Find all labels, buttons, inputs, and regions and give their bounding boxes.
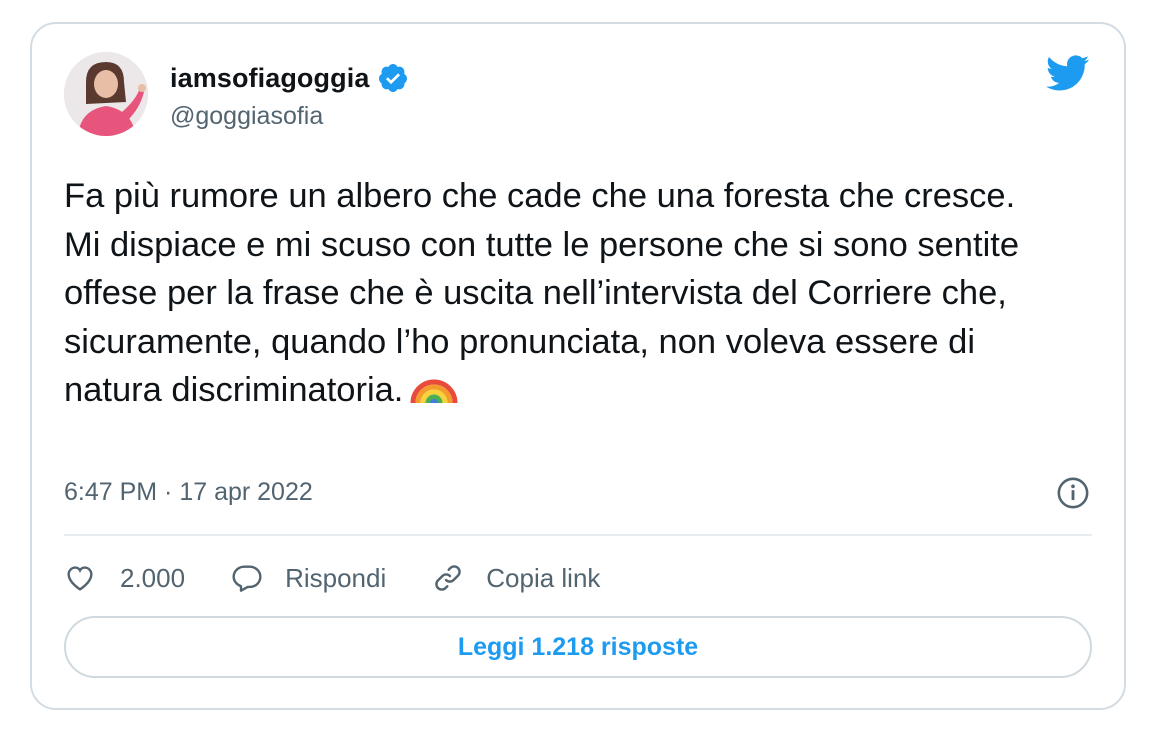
avatar-photo [64, 52, 148, 136]
rainbow-emoji [409, 370, 459, 404]
reply-bubble-icon [232, 565, 262, 592]
like-button[interactable]: 2.000 [64, 562, 185, 594]
tweet-timestamp[interactable]: 6:47 PM · 17 apr 2022 [64, 478, 313, 507]
tweet-body: Fa più rumore un albero che cade che una… [64, 177, 1019, 409]
read-replies-button[interactable]: Leggi 1.218 risposte [64, 616, 1092, 678]
tweet-actions: 2.000 Rispondi Copia link [64, 556, 646, 600]
like-count: 2.000 [120, 562, 186, 593]
divider [64, 534, 1092, 536]
author-handle[interactable]: @goggiasofia [170, 102, 323, 131]
avatar[interactable] [64, 52, 148, 136]
display-name[interactable]: iamsofiagoggia [170, 63, 369, 94]
tweet-text: Fa più rumore un albero che cade che una… [64, 172, 1074, 415]
tweet-card: iamsofiagoggia @goggiasofia Fa più rumor… [30, 22, 1126, 710]
reply-button[interactable]: Rispondi [231, 562, 386, 594]
author-name-row[interactable]: iamsofiagoggia [170, 62, 409, 94]
heart-icon [67, 566, 93, 591]
verified-badge-icon [377, 62, 409, 94]
copy-link-label: Copia link [486, 562, 601, 593]
info-icon[interactable] [1056, 476, 1090, 510]
copy-link-button[interactable]: Copia link [432, 562, 600, 594]
twitter-bird-icon[interactable] [1044, 54, 1090, 92]
link-icon [435, 565, 461, 591]
reply-label: Rispondi [285, 562, 387, 593]
